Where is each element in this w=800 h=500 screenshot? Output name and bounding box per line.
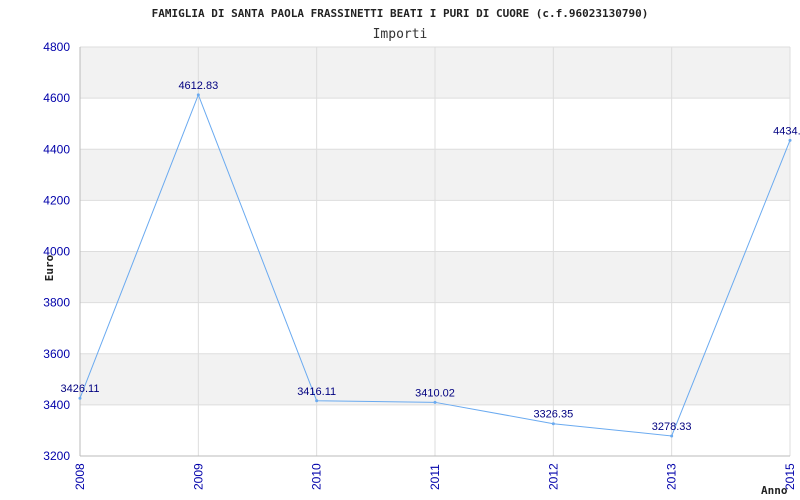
chart-title: FAMIGLIA DI SANTA PAOLA FRASSINETTI BEAT… — [152, 7, 649, 20]
y-tick-label: 4400 — [43, 142, 70, 156]
x-tick-label: 2009 — [191, 463, 205, 490]
data-point — [315, 399, 319, 403]
y-tick-label: 4800 — [43, 40, 70, 54]
y-tick-label: 4200 — [43, 193, 70, 207]
data-label: 4612.83 — [178, 80, 218, 92]
y-tick-label: 3600 — [43, 347, 70, 361]
data-point — [78, 396, 82, 400]
data-label: 4434.8 — [773, 125, 800, 137]
x-tick-label: 2012 — [546, 463, 560, 490]
x-tick-labels: 2008 2009 2010 2011 2012 2013 2015 — [73, 463, 797, 490]
y-tick-label: 3200 — [43, 449, 70, 463]
y-tick-label: 4600 — [43, 91, 70, 105]
y-axis-label: Euro — [43, 254, 56, 281]
data-label: 3416.11 — [297, 386, 336, 398]
data-label: 3326.35 — [533, 409, 573, 421]
data-point — [670, 434, 674, 438]
data-point — [788, 138, 792, 142]
data-label: 3426.11 — [61, 383, 100, 395]
data-point — [551, 422, 555, 426]
x-axis-label: Anno — [761, 484, 788, 497]
y-tick-labels: 320034003600380040004200440046004800 — [43, 40, 70, 463]
x-tick-label: 2013 — [665, 463, 679, 490]
data-label: 3278.33 — [652, 421, 692, 433]
data-point — [196, 93, 200, 97]
data-label: 3410.02 — [415, 387, 455, 399]
x-tick-label: 2011 — [428, 464, 442, 490]
x-tick-label: 2008 — [73, 463, 87, 490]
data-point — [433, 400, 437, 404]
chart-subtitle: Importi — [373, 27, 428, 42]
x-tick-label: 2010 — [310, 463, 324, 490]
y-tick-label: 3800 — [43, 296, 70, 310]
line-chart: FAMIGLIA DI SANTA PAOLA FRASSINETTI BEAT… — [43, 7, 800, 497]
y-tick-label: 3400 — [43, 398, 70, 412]
